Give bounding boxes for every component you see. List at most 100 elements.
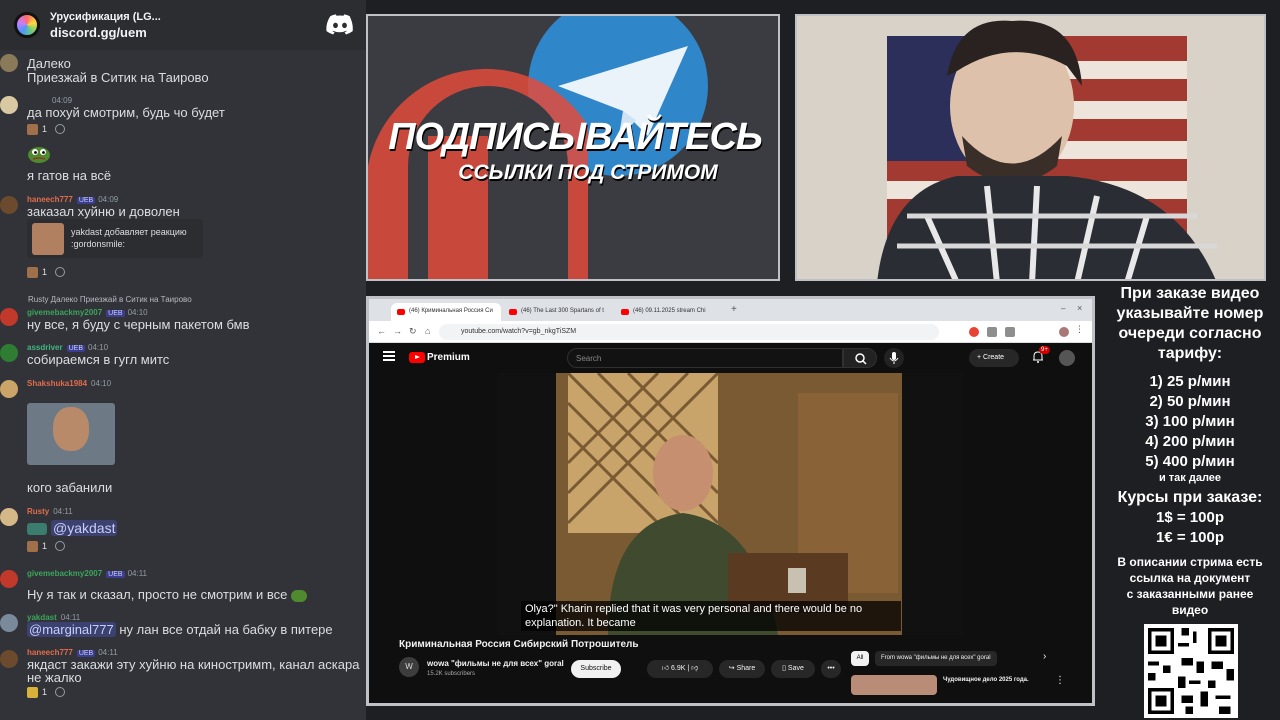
message-meta: haneech777 UEB 04:09 (27, 195, 118, 204)
message-text: заказал хуйню и доволен (27, 204, 180, 219)
chevron-right-icon[interactable]: › (1043, 651, 1046, 662)
notification-badge: 9+ (1039, 346, 1050, 354)
recommended-thumbnail[interactable] (851, 675, 937, 695)
mention[interactable]: @marginal777 (27, 622, 116, 637)
emoji-icon (27, 523, 47, 536)
username[interactable]: givemebackmy2007 (27, 569, 102, 578)
attached-image[interactable] (27, 403, 115, 465)
username[interactable]: haneech777 (27, 648, 73, 657)
youtube-premium-label[interactable]: Premium (427, 352, 470, 363)
back-icon[interactable]: ← (377, 326, 386, 336)
new-tab-icon[interactable]: + (731, 304, 737, 315)
account-avatar[interactable] (1059, 350, 1075, 366)
tab-stream[interactable]: (46) 09.11.2025 stream Chi (615, 303, 725, 321)
description-line: В описании стрима есть (1117, 555, 1263, 569)
username[interactable]: givemebackmy2007 (27, 308, 102, 317)
more-actions-button[interactable]: ••• (821, 660, 841, 678)
more-vert-icon[interactable]: ⋮ (1055, 675, 1065, 686)
filter-chip-from-channel[interactable]: From wowa "фильмы не для всех" goral (875, 651, 997, 666)
channel-avatar[interactable]: W (399, 657, 419, 677)
message-text: кого забанили (27, 480, 113, 495)
avatar[interactable] (0, 96, 18, 114)
extension-icon[interactable] (987, 327, 997, 337)
search-button[interactable] (843, 348, 877, 368)
reaction[interactable]: 1 (27, 539, 66, 553)
channel-name[interactable]: wowa "фильмы не для всех" goral (427, 659, 564, 668)
menu-kebab-icon[interactable]: ⋮ (1075, 324, 1084, 335)
youtube-logo-icon[interactable] (409, 352, 425, 363)
reaction[interactable]: 1 (27, 685, 66, 699)
video-title: Криминальная Россия Сибирский Потрошител… (399, 639, 639, 650)
username[interactable]: Rusty (27, 507, 49, 516)
webcam-scene (797, 16, 1264, 279)
server-icon[interactable] (14, 12, 40, 38)
video-frame[interactable] (498, 373, 962, 635)
reaction-notice-line: yakdast добавляет реакцию (71, 227, 187, 237)
price-item: 1) 25 р/мин (1149, 373, 1231, 390)
reaction[interactable]: 1 (27, 265, 66, 279)
avatar[interactable] (0, 508, 18, 526)
message-meta: 04:09 (52, 96, 72, 105)
mention[interactable]: @yakdast (51, 520, 118, 536)
forward-icon[interactable]: → (393, 326, 402, 336)
add-reaction-icon[interactable] (55, 541, 66, 551)
price-item: 4) 200 р/мин (1145, 433, 1235, 450)
youtube-header: Premium Search + Create 9+ (369, 343, 1092, 373)
message-text: ну лан все отдай на бабку в питере (119, 622, 333, 637)
add-reaction-icon[interactable] (55, 267, 66, 277)
video-player[interactable]: Olya?" Kharin replied that it was very p… (369, 373, 1092, 635)
profile-icon[interactable] (1059, 327, 1069, 337)
add-reaction-icon[interactable] (55, 124, 66, 134)
username[interactable]: haneech777 (27, 195, 73, 204)
home-icon[interactable]: ⌂ (425, 326, 430, 336)
avatar[interactable] (0, 196, 18, 214)
share-button[interactable]: ↪ Share (719, 660, 765, 678)
create-button[interactable]: + Create (969, 349, 1019, 367)
avatar[interactable] (0, 344, 18, 362)
timestamp: 04:11 (127, 569, 148, 578)
message-text: Далеко (27, 56, 71, 71)
discord-logo-icon (326, 14, 353, 35)
message-meta: givemebackmy2007 UEB 04:11 (27, 569, 147, 578)
poster-subtitle: ССЫЛКИ ПОД СТРИМОМ (458, 161, 718, 184)
username[interactable]: assdriver (27, 343, 63, 352)
reply-preview[interactable]: Rusty Далеко Приезжай в Ситик на Таирово (28, 295, 192, 304)
rate-item: 1€ = 100р (1156, 529, 1224, 546)
avatar[interactable] (0, 570, 18, 588)
subscribe-button[interactable]: Subscribe (571, 660, 621, 678)
share-label: Share (736, 665, 756, 672)
add-reaction-icon[interactable] (55, 687, 66, 697)
reaction[interactable]: 1 (27, 122, 66, 136)
recommended-title[interactable]: Чудовищное дело 2025 года. (943, 677, 1029, 683)
reaction-notice: yakdast добавляет реакцию :gordonsmile: (27, 219, 203, 258)
poster-title: ПОДПИСЫВАЙТЕСЬ (388, 116, 763, 158)
avatar[interactable] (0, 380, 18, 398)
description-line: ссылка на документ (1129, 571, 1251, 585)
url-input[interactable]: youtube.com/watch?v=gb_nkgTiSZM (439, 324, 939, 340)
reload-icon[interactable]: ↻ (409, 326, 417, 337)
avatar[interactable] (0, 54, 18, 72)
filter-chip-all[interactable]: All (851, 651, 869, 666)
hamburger-menu-icon[interactable] (383, 351, 395, 361)
username[interactable]: Shakshuka1984 (27, 379, 87, 388)
minimize-icon[interactable]: – (1061, 304, 1065, 313)
pepe-emoji-icon (290, 589, 307, 602)
like-dislike-button[interactable]: 👍︎ 6.9K | 👎︎ (647, 660, 713, 678)
save-button[interactable]: ▯ Save (771, 660, 815, 678)
voice-search-button[interactable] (884, 348, 904, 368)
extension-icon[interactable] (969, 327, 979, 337)
username[interactable]: yakdast (27, 613, 57, 622)
avatar[interactable] (0, 614, 18, 632)
avatar[interactable] (0, 650, 18, 668)
extensions-puzzle-icon[interactable] (1005, 327, 1015, 337)
pepe-emoji-icon (28, 147, 50, 163)
search-input[interactable]: Search (567, 348, 843, 368)
tab-spartans[interactable]: (46) The Last 300 Spartans of t (503, 303, 613, 321)
subscribe-poster: ПОДПИСЫВАЙТЕСЬ ССЫЛКИ ПОД СТРИМОМ (366, 14, 780, 281)
discord-chat-panel: Урусификация (LG... discord.gg/uem Далек… (0, 0, 366, 720)
close-window-icon[interactable]: × (1077, 303, 1082, 313)
tab-kriminal[interactable]: (46) Криминальная Россия Си (391, 303, 501, 321)
avatar[interactable] (0, 308, 18, 326)
gordon-emoji-icon (27, 123, 38, 135)
share-icon: ↪ (728, 665, 737, 672)
